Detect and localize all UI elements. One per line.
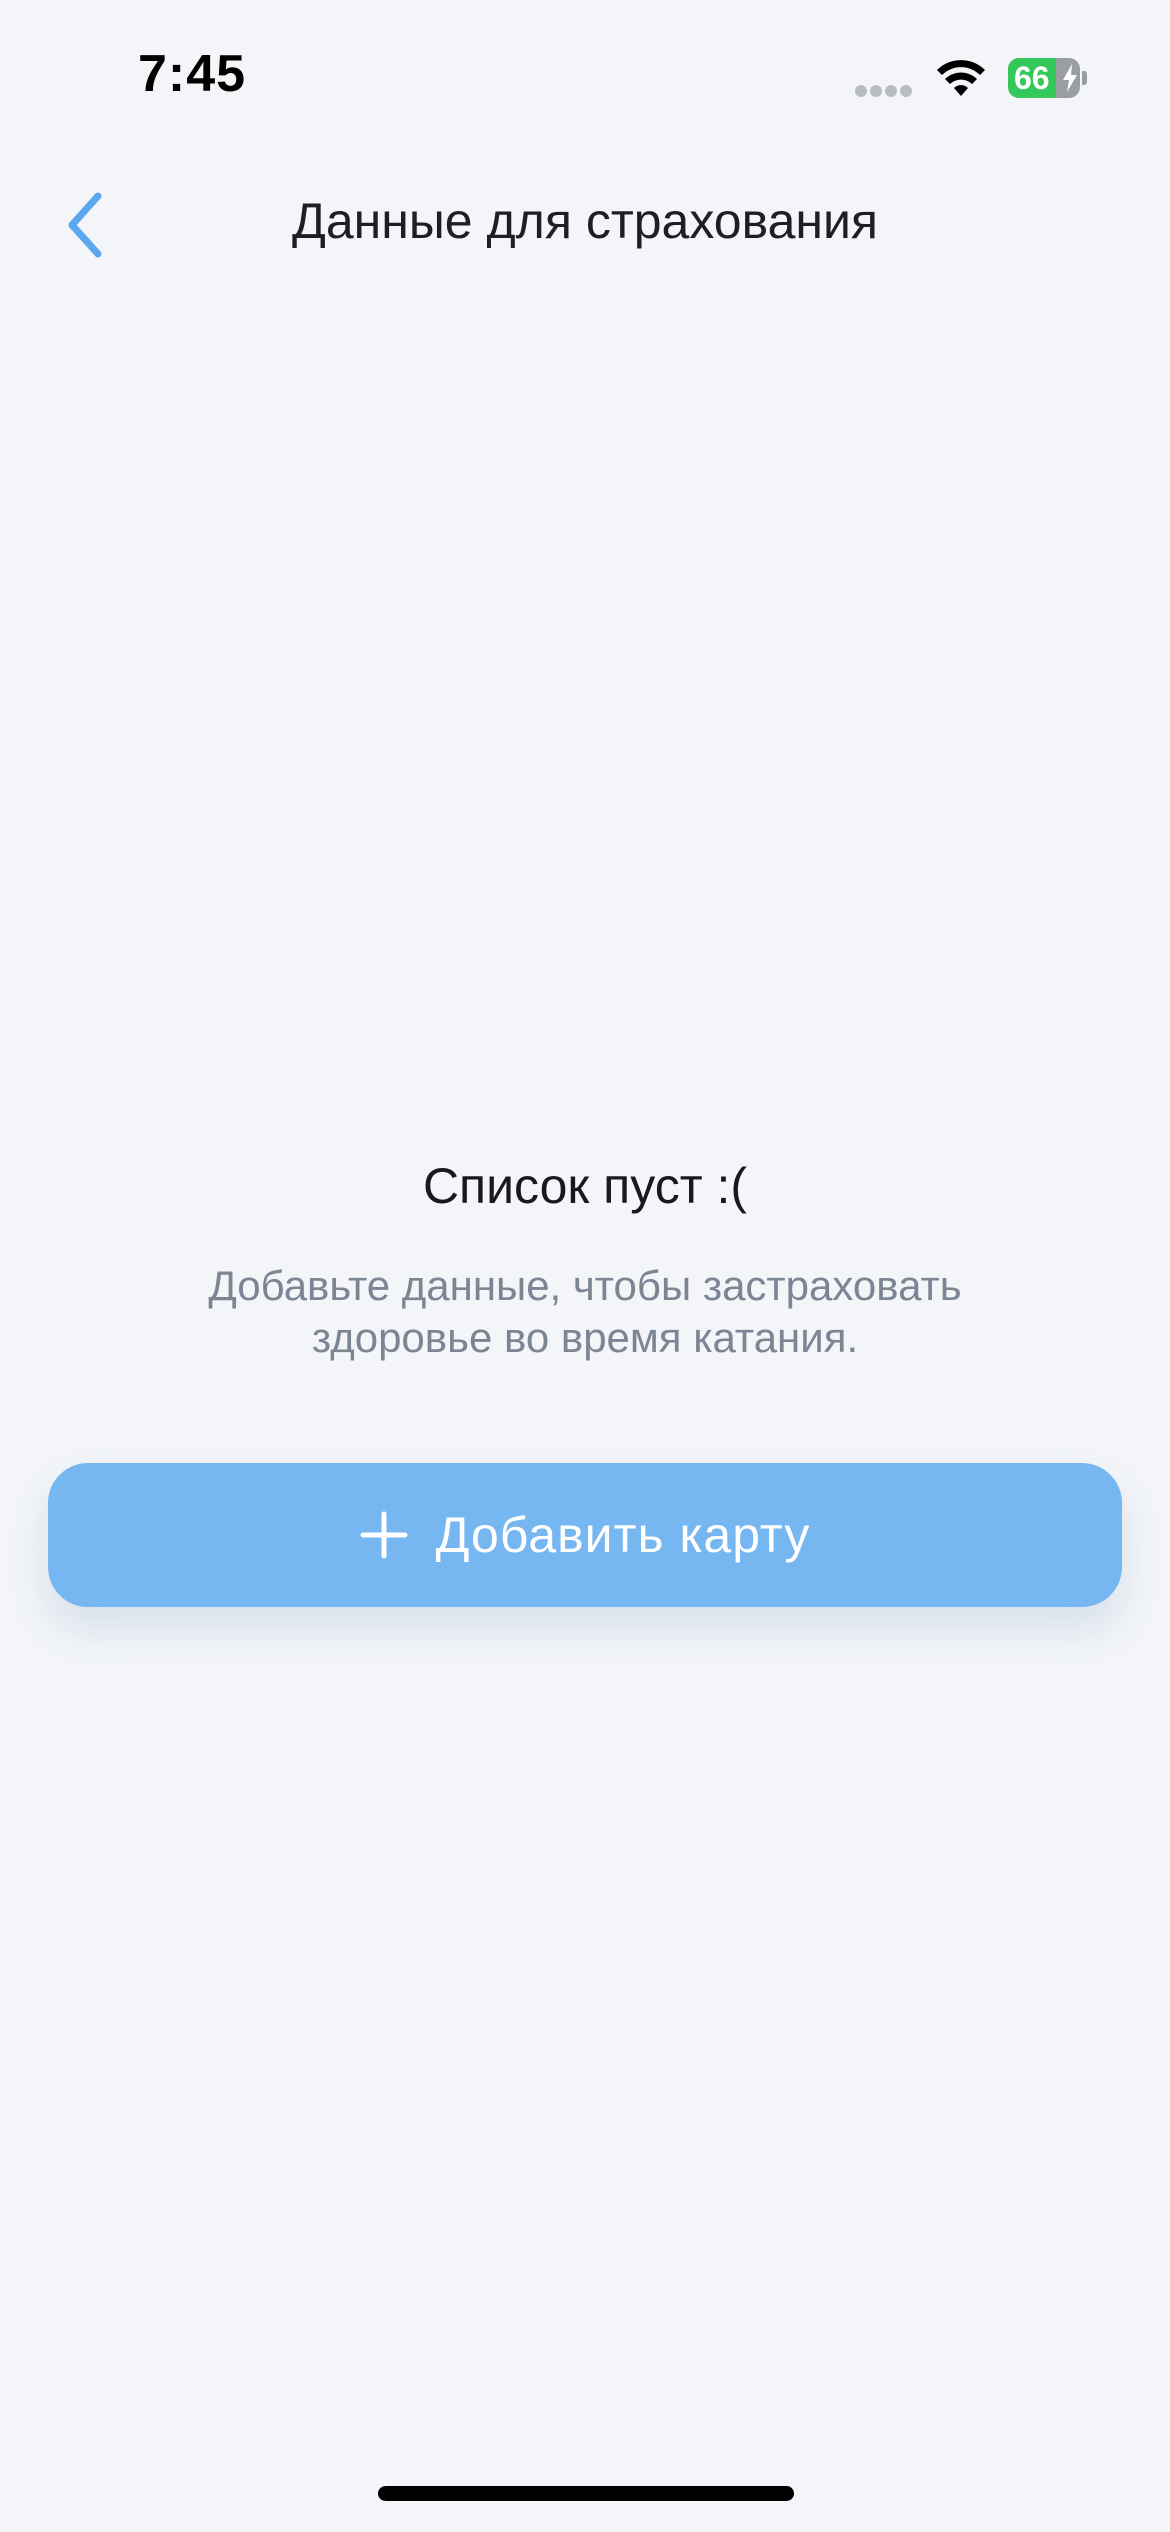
- status-bar: 7:45 66: [0, 0, 1170, 150]
- empty-state-title: Список пуст :(: [422, 1158, 748, 1214]
- add-card-button[interactable]: Добавить карту: [48, 1463, 1122, 1607]
- cellular-signal-icon: [855, 84, 915, 97]
- empty-state-description: Добавьте данные, чтобы застраховать здор…: [208, 1262, 962, 1361]
- home-indicator[interactable]: [378, 2486, 794, 2501]
- add-card-label: Добавить карту: [435, 1507, 811, 1563]
- page-title: Данные для страхования: [291, 193, 879, 249]
- battery-level: 66: [1014, 60, 1050, 96]
- status-time: 7:45: [138, 45, 247, 103]
- battery-charging-icon: 66: [1008, 58, 1088, 98]
- plus-icon: [360, 1511, 408, 1559]
- bolt-icon: [1063, 64, 1077, 92]
- wifi-icon: [937, 60, 985, 96]
